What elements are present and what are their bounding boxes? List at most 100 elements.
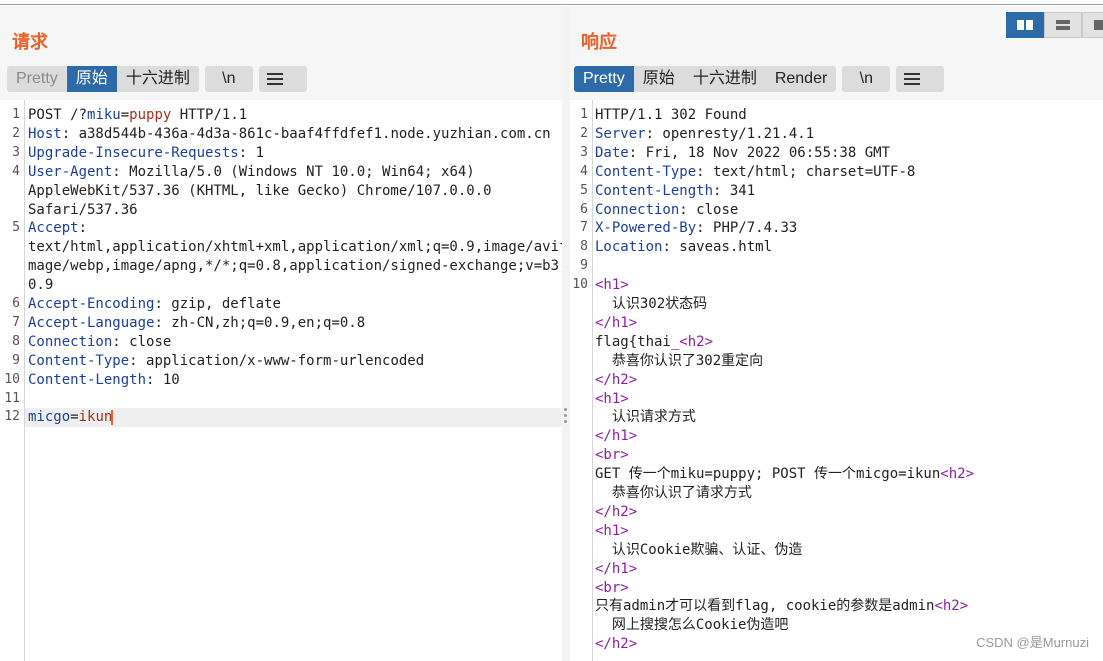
- response-title: 响应: [581, 32, 617, 52]
- code-text: : Fri, 18 Nov 2022 06:55:38 GMT: [628, 144, 891, 161]
- line-number: 9: [580, 258, 588, 274]
- code-line: AppleWebKit/537.36 (KHTML, like Gecko) C…: [28, 182, 492, 201]
- line-number: 2: [580, 125, 588, 141]
- html-tag: <h1>: [595, 277, 629, 294]
- code-text: : openresty/1.21.4.1: [645, 125, 815, 142]
- code-line: mage/webp,image/apng,*/*;q=0.8,applicati…: [28, 257, 562, 276]
- code-line: 认识302状态码: [595, 295, 707, 314]
- header-name: miku: [87, 107, 121, 123]
- code-text: AppleWebKit/537.36 (KHTML, like Gecko) C…: [28, 182, 492, 199]
- response-tab-hex[interactable]: 十六进制: [684, 66, 766, 92]
- line-number: 5: [12, 220, 20, 236]
- single-pane-icon[interactable]: [1082, 12, 1103, 38]
- top-border: [0, 4, 1103, 5]
- response-gutter: 1 2 3 4 5 6 7 8 9 10: [570, 100, 593, 661]
- html-tag: <br>: [595, 579, 629, 596]
- code-line: Content-Length: 10: [28, 371, 180, 390]
- response-tab-raw[interactable]: 原始: [634, 66, 684, 92]
- response-editor[interactable]: 1 2 3 4 5 6 7 8 9 10 HTTP/1.1 302 Found Server: op…: [570, 100, 1103, 661]
- request-view-tabs: Pretty 原始 十六进制: [7, 66, 199, 92]
- code-text: : gzip, deflate: [154, 296, 281, 312]
- code-text: 认识Cookie欺骗、认证、伪造: [595, 541, 803, 558]
- response-pane: 响应 Pretty 原始 十六进制 Render \n 1 2 3 4 5 6 7 8 9 10 …: [570, 6, 1103, 661]
- param-value: puppy: [129, 107, 172, 123]
- line-number: 4: [12, 163, 20, 179]
- header-name: Accept-Encoding: [28, 296, 155, 312]
- request-tab-raw[interactable]: 原始: [66, 66, 117, 92]
- header-name: Upgrade-Insecure-Requests: [28, 144, 239, 161]
- code-line: HTTP/1.1 302 Found: [595, 106, 747, 125]
- code-line: GET 传一个miku=puppy; POST 传一个micgo=ikun<h2…: [595, 465, 974, 484]
- code-line: <h1>: [595, 390, 629, 409]
- request-editor[interactable]: 1 2 3 4 5 6 7 8 9 10 11 12 POST /?miku=puppy HTTP/1…: [0, 100, 562, 661]
- code-line: text/html,application/xhtml+xml,applicat…: [28, 238, 562, 257]
- code-line: <br>: [595, 446, 629, 465]
- code-line: 只有admin才可以看到flag, cookie的参数是admin<h2>: [595, 597, 968, 616]
- split-vertical-icon[interactable]: [1044, 12, 1082, 38]
- header-name: Accept-Language: [28, 314, 155, 331]
- header-name: Accept: [28, 220, 79, 237]
- code-text: mage/webp,image/apng,*/*;q=0.8,applicati…: [28, 258, 562, 275]
- html-tag: </h1>: [595, 314, 638, 331]
- html-tag: </h2>: [595, 371, 638, 388]
- html-tag: <h1>: [595, 522, 629, 539]
- code-line: Date: Fri, 18 Nov 2022 06:55:38 GMT: [595, 144, 890, 163]
- code-text: text/html,application/xhtml+xml,applicat…: [28, 239, 562, 256]
- code-text: : close: [679, 201, 739, 218]
- header-name: Date: [595, 144, 629, 161]
- code-line: POST /?miku=puppy HTTP/1.1: [28, 106, 247, 125]
- request-newline-toggle[interactable]: \n: [204, 66, 253, 92]
- code-text: =: [70, 409, 79, 426]
- response-tab-pretty[interactable]: Pretty: [574, 66, 634, 92]
- request-menu-button[interactable]: [258, 66, 307, 92]
- request-title: 请求: [12, 32, 48, 52]
- code-text: : 10: [146, 371, 180, 388]
- code-line: User-Agent: Mozilla/5.0 (Windows NT 10.0…: [28, 163, 475, 182]
- response-newline-toggle[interactable]: \n: [842, 66, 891, 92]
- splitter-grip-icon[interactable]: [564, 408, 568, 423]
- code-text: 0.9: [28, 277, 54, 294]
- header-name: Location: [595, 239, 663, 256]
- response-menu-button[interactable]: [896, 66, 945, 92]
- request-tab-pretty[interactable]: Pretty: [7, 66, 67, 92]
- line-number: 5: [580, 182, 588, 198]
- code-text: : PHP/7.4.33: [696, 220, 798, 237]
- code-text: flag{thai_: [595, 333, 680, 350]
- line-number: 6: [580, 201, 588, 217]
- code-text: =: [120, 107, 130, 123]
- code-line: Connection: close: [595, 201, 738, 220]
- html-tag: <br>: [595, 447, 629, 464]
- code-text: : text/html; charset=UTF-8: [696, 163, 916, 180]
- code-text: : 341: [713, 182, 756, 199]
- code-line: Host: a38d544b-436a-4d3a-861c-baaf4ffdfe…: [28, 125, 551, 144]
- request-gutter: 1 2 3 4 5 6 7 8 9 10 11 12: [0, 100, 25, 661]
- request-pane: 请求 Pretty 原始 十六进制 \n 1 2 3 4 5 6 7 8 9 10 11 12 POS…: [0, 6, 562, 661]
- html-tag: <h2>: [940, 466, 975, 483]
- code-text: 恭喜你认识了请求方式: [595, 485, 752, 501]
- line-number: 4: [580, 163, 588, 179]
- response-view-tabs: Pretty 原始 十六进制 Render: [574, 66, 837, 92]
- code-line: </h1>: [595, 560, 637, 579]
- split-horizontal-icon[interactable]: [1006, 12, 1044, 38]
- code-text: 认识302状态码: [595, 296, 708, 312]
- line-number: 1: [12, 107, 20, 122]
- html-tag: </h2>: [595, 503, 638, 520]
- code-line: Accept:: [28, 219, 87, 238]
- request-tab-hex[interactable]: 十六进制: [117, 66, 199, 92]
- watermark: CSDN @是Murnuzi: [976, 635, 1089, 650]
- code-line: 恭喜你认识了请求方式: [595, 484, 752, 503]
- code-line: Accept-Encoding: gzip, deflate: [28, 295, 281, 314]
- header-name: Content-Type: [595, 163, 697, 180]
- line-number: 1: [580, 107, 588, 122]
- header-name: micgo: [28, 409, 71, 426]
- pane-divider[interactable]: [562, 6, 570, 661]
- code-text: : 1: [238, 144, 265, 161]
- code-text: HTTP/1.1 302 Found: [595, 107, 747, 123]
- response-tab-render[interactable]: Render: [766, 66, 836, 92]
- header-name: Connection: [28, 333, 113, 350]
- code-line: </h1>: [595, 314, 637, 333]
- line-number: 7: [12, 314, 20, 330]
- code-line: Safari/537.36: [28, 201, 138, 220]
- text-cursor: [111, 409, 114, 425]
- layout-switcher: [1006, 12, 1103, 38]
